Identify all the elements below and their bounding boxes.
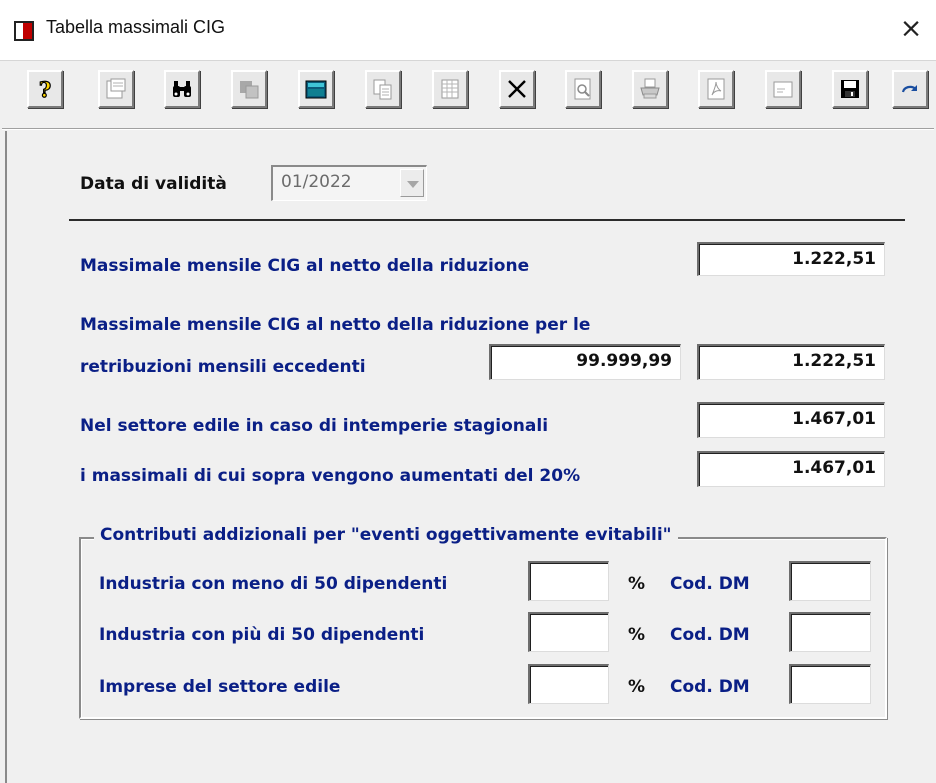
duplicate-icon: [240, 81, 259, 99]
printer-icon: [640, 78, 660, 99]
redo-icon: [901, 85, 917, 93]
title-bar: Tabella massimali CIG ×: [0, 0, 936, 61]
delete-button[interactable]: [499, 70, 535, 108]
monthly-max-field[interactable]: 1.222,51: [697, 242, 885, 276]
excess-label-line1: Massimale mensile CIG al netto della rid…: [80, 315, 591, 335]
row-label-building-companies: Imprese del settore edile: [99, 677, 341, 697]
print-preview-button[interactable]: [565, 70, 601, 108]
increase-label: i massimali di cui sopra vengono aumenta…: [80, 466, 581, 486]
toolbar-separator: [2, 128, 934, 130]
dm-field-building-companies[interactable]: [789, 664, 871, 704]
print-preview-icon: [574, 78, 591, 100]
print-button[interactable]: [632, 70, 668, 108]
close-button[interactable]: ×: [894, 12, 928, 46]
increase-max-field[interactable]: 1.467,01: [697, 451, 885, 487]
note-icon: [773, 81, 793, 98]
excess-threshold-field[interactable]: 99.999,99: [489, 344, 681, 380]
validity-date-value: 01/2022: [281, 172, 352, 192]
percent-field-industry-less-50[interactable]: [528, 561, 609, 601]
window-title: Tabella massimali CIG: [46, 17, 226, 37]
question-icon: ?: [38, 77, 52, 101]
percent-field-building-companies[interactable]: [528, 664, 609, 704]
note-button[interactable]: [765, 70, 801, 108]
copy-button[interactable]: [365, 70, 401, 108]
percent-sign: %: [628, 677, 646, 697]
pdf-icon: [707, 78, 725, 100]
duplicate-button[interactable]: [231, 70, 267, 108]
dm-field-industry-less-50[interactable]: [789, 561, 871, 601]
dm-code-label: Cod. DM: [670, 677, 750, 697]
refresh-button[interactable]: [892, 70, 928, 108]
calculator-icon: [305, 80, 327, 99]
search-button[interactable]: [164, 70, 200, 108]
dm-code-label: Cod. DM: [670, 574, 750, 594]
save-button[interactable]: [832, 70, 868, 108]
row-label-industry-less-50: Industria con meno di 50 dipendenti: [99, 574, 448, 594]
building-label: Nel settore edile in caso di intemperie …: [80, 416, 549, 436]
chevron-down-icon[interactable]: [400, 169, 424, 197]
grid-button[interactable]: [432, 70, 468, 108]
contributions-title: Contributi addizionali per "eventi ogget…: [94, 525, 678, 545]
grid-icon: [441, 79, 459, 99]
x-icon: [508, 80, 526, 98]
toolbar: ?: [0, 61, 936, 129]
dm-code-label: Cod. DM: [670, 625, 750, 645]
svg-text:?: ?: [39, 77, 51, 101]
monthly-max-label: Massimale mensile CIG al netto della rid…: [80, 256, 530, 276]
properties-button[interactable]: [98, 70, 134, 108]
percent-sign: %: [628, 625, 646, 645]
percent-field-industry-more-50[interactable]: [528, 612, 609, 652]
binoculars-icon: [173, 81, 191, 97]
floppy-disk-icon: [841, 80, 859, 98]
excess-max-field[interactable]: 1.222,51: [697, 344, 885, 380]
app-icon: [14, 21, 34, 41]
dm-field-industry-more-50[interactable]: [789, 612, 871, 652]
copy-icon: [373, 79, 392, 100]
calculator-button[interactable]: [298, 70, 334, 108]
validity-label: Data di validità: [80, 174, 227, 194]
row-label-industry-more-50: Industria con più di 50 dipendenti: [99, 625, 425, 645]
validity-date-select[interactable]: 01/2022: [271, 165, 427, 201]
excess-label-line2: retribuzioni mensili eccedenti: [80, 357, 366, 377]
divider: [69, 219, 905, 221]
pdf-button[interactable]: [698, 70, 734, 108]
properties-icon: [106, 78, 126, 99]
building-max-field[interactable]: 1.467,01: [697, 402, 885, 438]
help-button[interactable]: ?: [27, 70, 63, 108]
percent-sign: %: [628, 574, 646, 594]
